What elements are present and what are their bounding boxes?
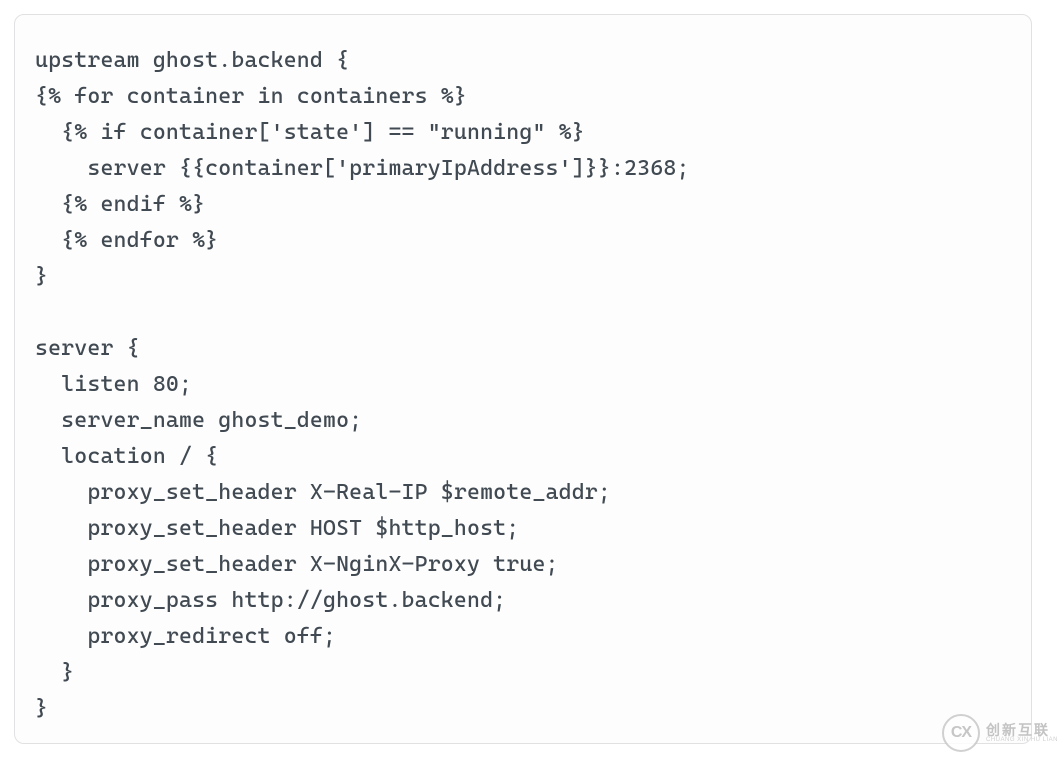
watermark-logo-icon: CX xyxy=(942,714,980,752)
code-block-card: upstream ghost.backend { {% for containe… xyxy=(14,14,1032,744)
watermark-main-text: 创新互联 xyxy=(986,723,1058,737)
watermark-sub-text: CHUANG XIN HU LIAN xyxy=(986,737,1058,743)
code-content: upstream ghost.backend { {% for containe… xyxy=(35,43,1011,727)
watermark: CX 创新互联 CHUANG XIN HU LIAN xyxy=(942,714,1058,752)
watermark-text: 创新互联 CHUANG XIN HU LIAN xyxy=(986,723,1058,743)
